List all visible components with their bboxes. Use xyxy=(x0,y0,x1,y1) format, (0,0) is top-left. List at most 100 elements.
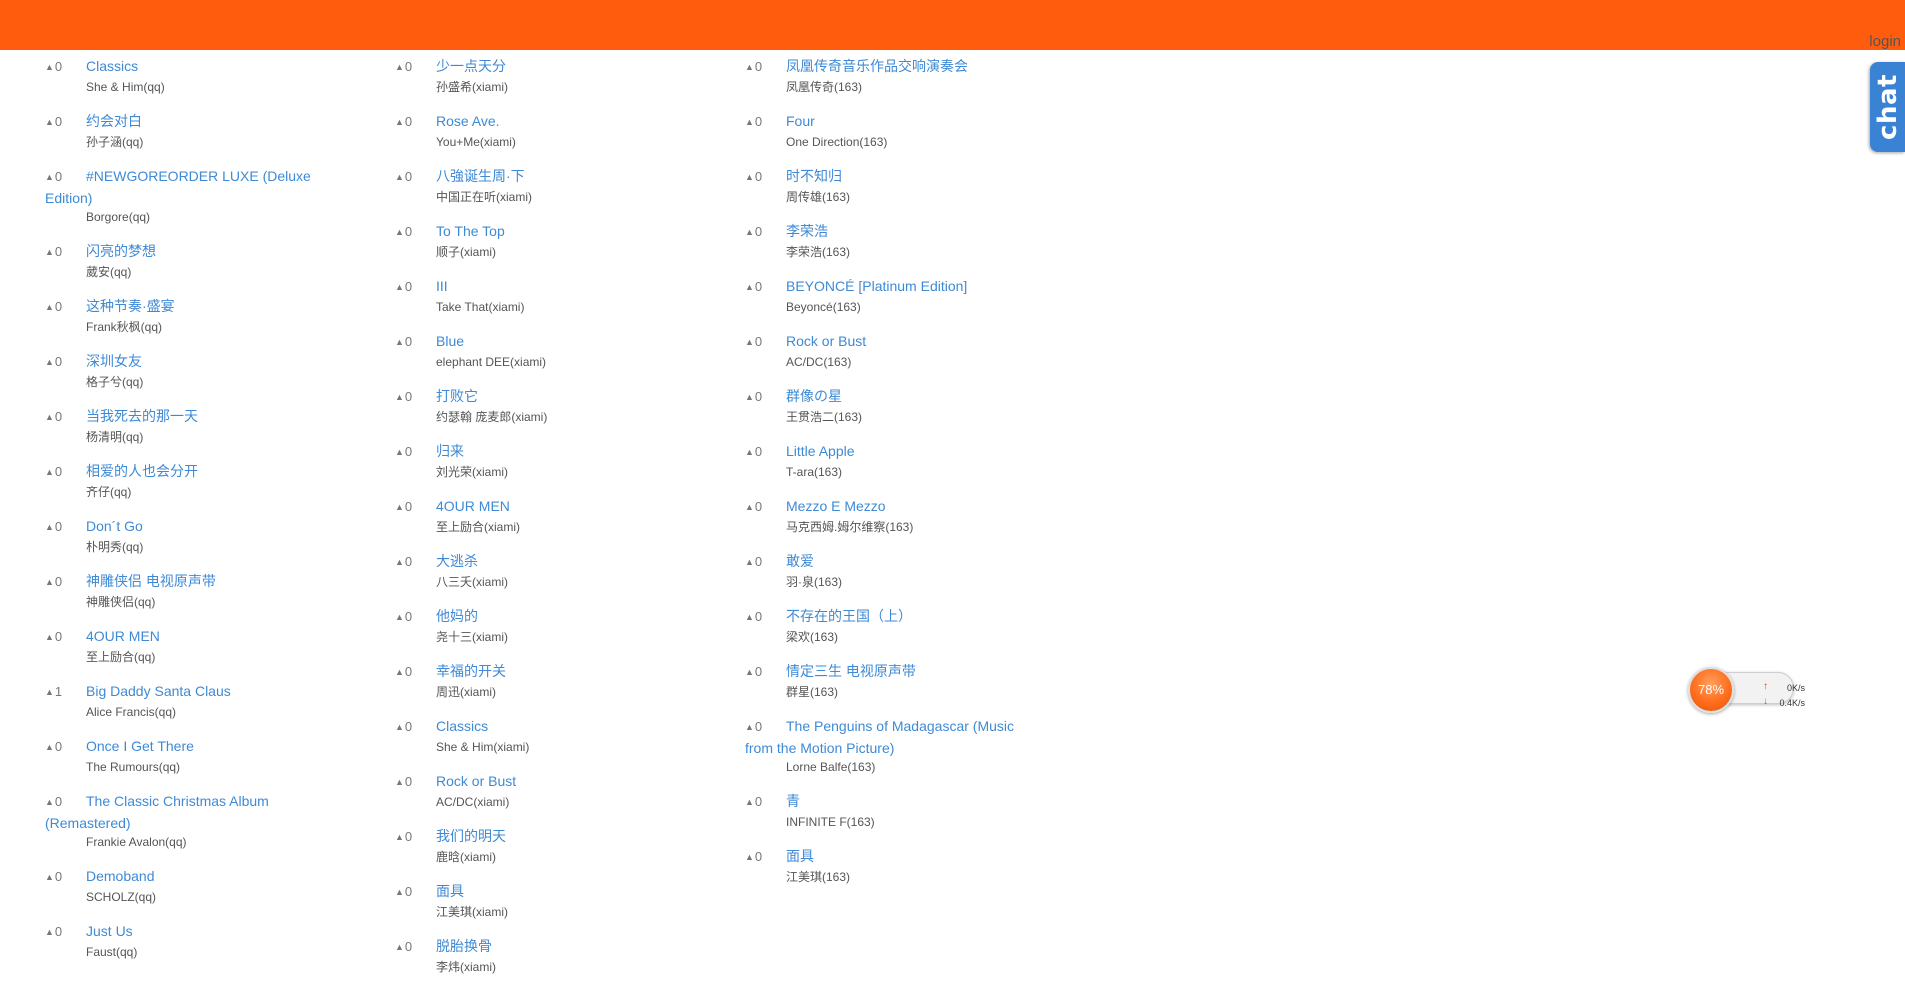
album-title-link[interactable]: 4OUR MEN xyxy=(86,628,160,644)
vote-count: 0 xyxy=(54,409,63,424)
album-title-link[interactable]: Demoband xyxy=(86,868,155,884)
upvote-button[interactable]: ▲0 xyxy=(745,717,786,738)
upvote-button[interactable]: ▲0 xyxy=(45,462,86,483)
upvote-triangle-icon: ▲ xyxy=(745,447,754,457)
upvote-button[interactable]: ▲0 xyxy=(395,277,436,298)
upvote-button[interactable]: ▲0 xyxy=(45,572,86,593)
upvote-button[interactable]: ▲0 xyxy=(745,607,786,628)
upvote-button[interactable]: ▲0 xyxy=(395,222,436,243)
album-title-link[interactable]: Don´t Go xyxy=(86,518,143,534)
album-title-link[interactable]: Rock or Bust xyxy=(786,333,866,349)
upvote-button[interactable]: ▲0 xyxy=(395,497,436,518)
upvote-button[interactable]: ▲0 xyxy=(745,57,786,78)
album-title-link[interactable]: 时不知归 xyxy=(786,168,842,184)
album-title-link[interactable]: Once I Get There xyxy=(86,738,194,754)
network-speed-widget[interactable]: ↑ 0K/s ↓ 0.4K/s 78% xyxy=(1688,667,1805,713)
album-title-link[interactable]: Classics xyxy=(86,58,138,74)
login-link[interactable]: login xyxy=(1869,33,1901,50)
album-title-link[interactable]: 凤凰传奇音乐作品交响演奏会 xyxy=(786,58,968,74)
upvote-button[interactable]: ▲0 xyxy=(45,867,86,888)
upvote-button[interactable]: ▲0 xyxy=(45,627,86,648)
upvote-button[interactable]: ▲0 xyxy=(45,167,86,188)
album-title-link[interactable]: 神雕侠侣 电视原声带 xyxy=(86,573,216,589)
upvote-button[interactable]: ▲0 xyxy=(395,332,436,353)
upvote-button[interactable]: ▲0 xyxy=(745,112,786,133)
upvote-button[interactable]: ▲0 xyxy=(395,167,436,188)
album-title-link[interactable]: 幸福的开关 xyxy=(436,663,506,679)
album-title-link[interactable]: 归来 xyxy=(436,443,464,459)
upvote-button[interactable]: ▲0 xyxy=(45,352,86,373)
upvote-button[interactable]: ▲0 xyxy=(745,552,786,573)
album-title-link[interactable]: 敢爱 xyxy=(786,553,814,569)
upvote-button[interactable]: ▲0 xyxy=(45,407,86,428)
upvote-button[interactable]: ▲0 xyxy=(745,332,786,353)
upvote-button[interactable]: ▲1 xyxy=(45,682,86,703)
upvote-button[interactable]: ▲0 xyxy=(395,57,436,78)
album-title-link[interactable]: Blue xyxy=(436,333,464,349)
upvote-button[interactable]: ▲0 xyxy=(45,57,86,78)
album-title-link[interactable]: 面具 xyxy=(786,848,814,864)
album-title-link[interactable]: 群像の星 xyxy=(786,388,842,404)
album-title-link[interactable]: 他妈的 xyxy=(436,608,478,624)
upvote-button[interactable]: ▲0 xyxy=(745,442,786,463)
album-title-link[interactable]: 相爱的人也会分开 xyxy=(86,463,198,479)
upvote-button[interactable]: ▲0 xyxy=(395,387,436,408)
album-title-link[interactable]: Rock or Bust xyxy=(436,773,516,789)
upvote-button[interactable]: ▲0 xyxy=(45,517,86,538)
album-title-link[interactable]: 面具 xyxy=(436,883,464,899)
upvote-button[interactable]: ▲0 xyxy=(745,222,786,243)
album-title-link[interactable]: 青 xyxy=(786,793,800,809)
upvote-button[interactable]: ▲0 xyxy=(395,717,436,738)
upvote-button[interactable]: ▲0 xyxy=(745,497,786,518)
album-title-link[interactable]: Just Us xyxy=(86,923,133,939)
album-title-link[interactable]: 八強诞生周·下 xyxy=(436,168,525,184)
album-title-link[interactable]: 打败它 xyxy=(436,388,478,404)
upvote-button[interactable]: ▲0 xyxy=(745,387,786,408)
album-title-link[interactable]: Four xyxy=(786,113,815,129)
album-title-link[interactable]: Little Apple xyxy=(786,443,855,459)
upvote-button[interactable]: ▲0 xyxy=(745,167,786,188)
memory-percent-ball[interactable]: 78% xyxy=(1688,667,1734,713)
upvote-button[interactable]: ▲0 xyxy=(395,882,436,903)
album-title-link[interactable]: 大逃杀 xyxy=(436,553,478,569)
upvote-button[interactable]: ▲0 xyxy=(395,772,436,793)
album-title-link[interactable]: 4OUR MEN xyxy=(436,498,510,514)
upvote-button[interactable]: ▲0 xyxy=(45,792,86,813)
album-title-link[interactable]: 约会对白 xyxy=(86,113,142,129)
album-title-link[interactable]: III xyxy=(436,278,448,294)
album-title-link[interactable]: Rose Ave. xyxy=(436,113,500,129)
upvote-button[interactable]: ▲0 xyxy=(45,737,86,758)
album-title-link[interactable]: 当我死去的那一天 xyxy=(86,408,198,424)
upvote-button[interactable]: ▲0 xyxy=(745,792,786,813)
upvote-button[interactable]: ▲0 xyxy=(45,112,86,133)
album-title-link[interactable]: 少一点天分 xyxy=(436,58,506,74)
album-title-link[interactable]: Mezzo E Mezzo xyxy=(786,498,886,514)
album-title-link[interactable]: 情定三生 电视原声带 xyxy=(786,663,916,679)
upvote-button[interactable]: ▲0 xyxy=(395,937,436,958)
upvote-button[interactable]: ▲0 xyxy=(395,112,436,133)
album-title-link[interactable]: To The Top xyxy=(436,223,505,239)
album-title-link[interactable]: 不存在的王国（上） xyxy=(786,608,912,624)
upvote-button[interactable]: ▲0 xyxy=(45,922,86,943)
upvote-button[interactable]: ▲0 xyxy=(745,662,786,683)
upvote-button[interactable]: ▲0 xyxy=(395,442,436,463)
album-title-link[interactable]: 我们的明天 xyxy=(436,828,506,844)
album-title-link[interactable]: 李荣浩 xyxy=(786,223,828,239)
album-title-link[interactable]: BEYONCÉ [Platinum Edition] xyxy=(786,278,967,294)
upvote-button[interactable]: ▲0 xyxy=(395,827,436,848)
upvote-button[interactable]: ▲0 xyxy=(745,847,786,868)
upvote-button[interactable]: ▲0 xyxy=(45,242,86,263)
album-title-link[interactable]: 深圳女友 xyxy=(86,353,142,369)
chat-tab[interactable]: chat xyxy=(1870,62,1905,152)
upvote-button[interactable]: ▲0 xyxy=(395,607,436,628)
upvote-button[interactable]: ▲0 xyxy=(745,277,786,298)
album-title-link[interactable]: Big Daddy Santa Claus xyxy=(86,683,231,699)
upvote-button[interactable]: ▲0 xyxy=(395,662,436,683)
upvote-button[interactable]: ▲0 xyxy=(45,297,86,318)
album-title-link[interactable]: Classics xyxy=(436,718,488,734)
album-title-link[interactable]: 脱胎换骨 xyxy=(436,938,492,954)
upvote-button[interactable]: ▲0 xyxy=(395,552,436,573)
upvote-triangle-icon: ▲ xyxy=(395,337,404,347)
album-title-link[interactable]: 闪亮的梦想 xyxy=(86,243,156,259)
album-title-link[interactable]: 这种节奏·盛宴 xyxy=(86,298,175,314)
